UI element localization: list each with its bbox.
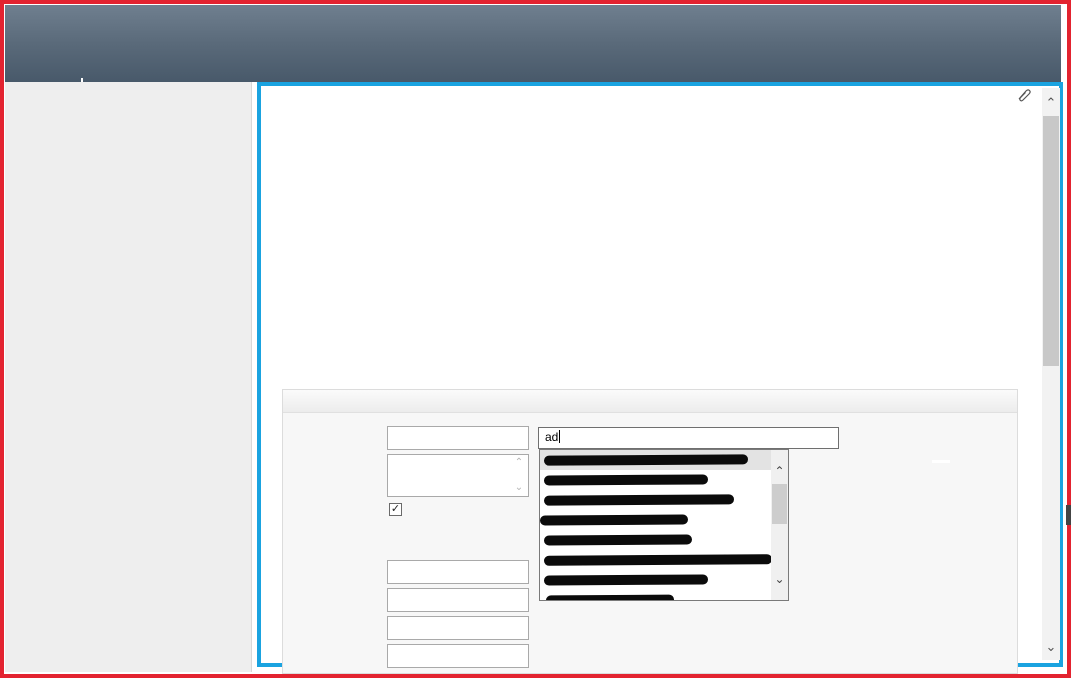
chevron-up-icon[interactable]: ⌃ <box>515 457 523 468</box>
redacted-text <box>543 454 749 466</box>
paperclip-icon[interactable] <box>1016 88 1032 102</box>
window-edge-mark <box>1066 505 1071 525</box>
suggestion-item[interactable] <box>540 470 772 490</box>
text-field-1[interactable] <box>387 426 529 450</box>
suggestion-item[interactable] <box>540 510 772 530</box>
search-input-value: ad <box>545 430 559 444</box>
form-panel-header <box>283 390 1017 413</box>
suggestion-item[interactable] <box>540 570 772 590</box>
multiline-field[interactable]: ⌃ ⌄ <box>387 454 529 497</box>
redacted-text <box>545 594 675 600</box>
text-caret <box>559 430 561 443</box>
page-header-bar <box>5 5 1061 86</box>
chevron-down-icon[interactable]: ⌄ <box>515 482 523 493</box>
suggestion-item[interactable] <box>540 490 772 510</box>
textarea-spinner[interactable]: ⌃ ⌄ <box>512 457 526 493</box>
suggestion-item[interactable] <box>540 590 772 600</box>
scrollbar-thumb[interactable] <box>1043 116 1059 366</box>
text-field-3[interactable] <box>387 588 529 612</box>
text-field-4[interactable] <box>387 616 529 640</box>
decorative-dash <box>932 460 950 463</box>
dropdown-scrollbar[interactable]: ⌃ ⌄ <box>771 450 788 600</box>
suggestion-item[interactable] <box>540 550 773 570</box>
dropdown-scrollbar-thumb[interactable] <box>772 484 787 524</box>
people-search-input[interactable]: ad <box>538 427 839 449</box>
suggestion-item[interactable] <box>540 450 772 470</box>
autocomplete-dropdown[interactable]: ⌃ ⌄ <box>539 449 789 601</box>
left-sidebar <box>5 82 252 672</box>
suggestion-item[interactable] <box>540 530 772 550</box>
content-vertical-scrollbar[interactable]: ⌃ ⌄ <box>1042 88 1060 660</box>
chevron-down-icon[interactable]: ⌄ <box>771 570 788 587</box>
redacted-text <box>540 514 689 526</box>
chevron-down-icon[interactable]: ⌄ <box>1042 638 1060 656</box>
chevron-up-icon[interactable]: ⌃ <box>771 462 788 479</box>
redacted-text <box>543 494 735 506</box>
redacted-text <box>543 474 709 486</box>
redacted-text <box>543 574 709 586</box>
text-field-5[interactable] <box>387 644 529 668</box>
chevron-up-icon[interactable]: ⌃ <box>1042 94 1060 112</box>
redacted-text <box>543 554 773 566</box>
option-checkbox[interactable]: ✓ <box>389 503 402 516</box>
text-field-2[interactable] <box>387 560 529 584</box>
redacted-text <box>543 534 693 546</box>
